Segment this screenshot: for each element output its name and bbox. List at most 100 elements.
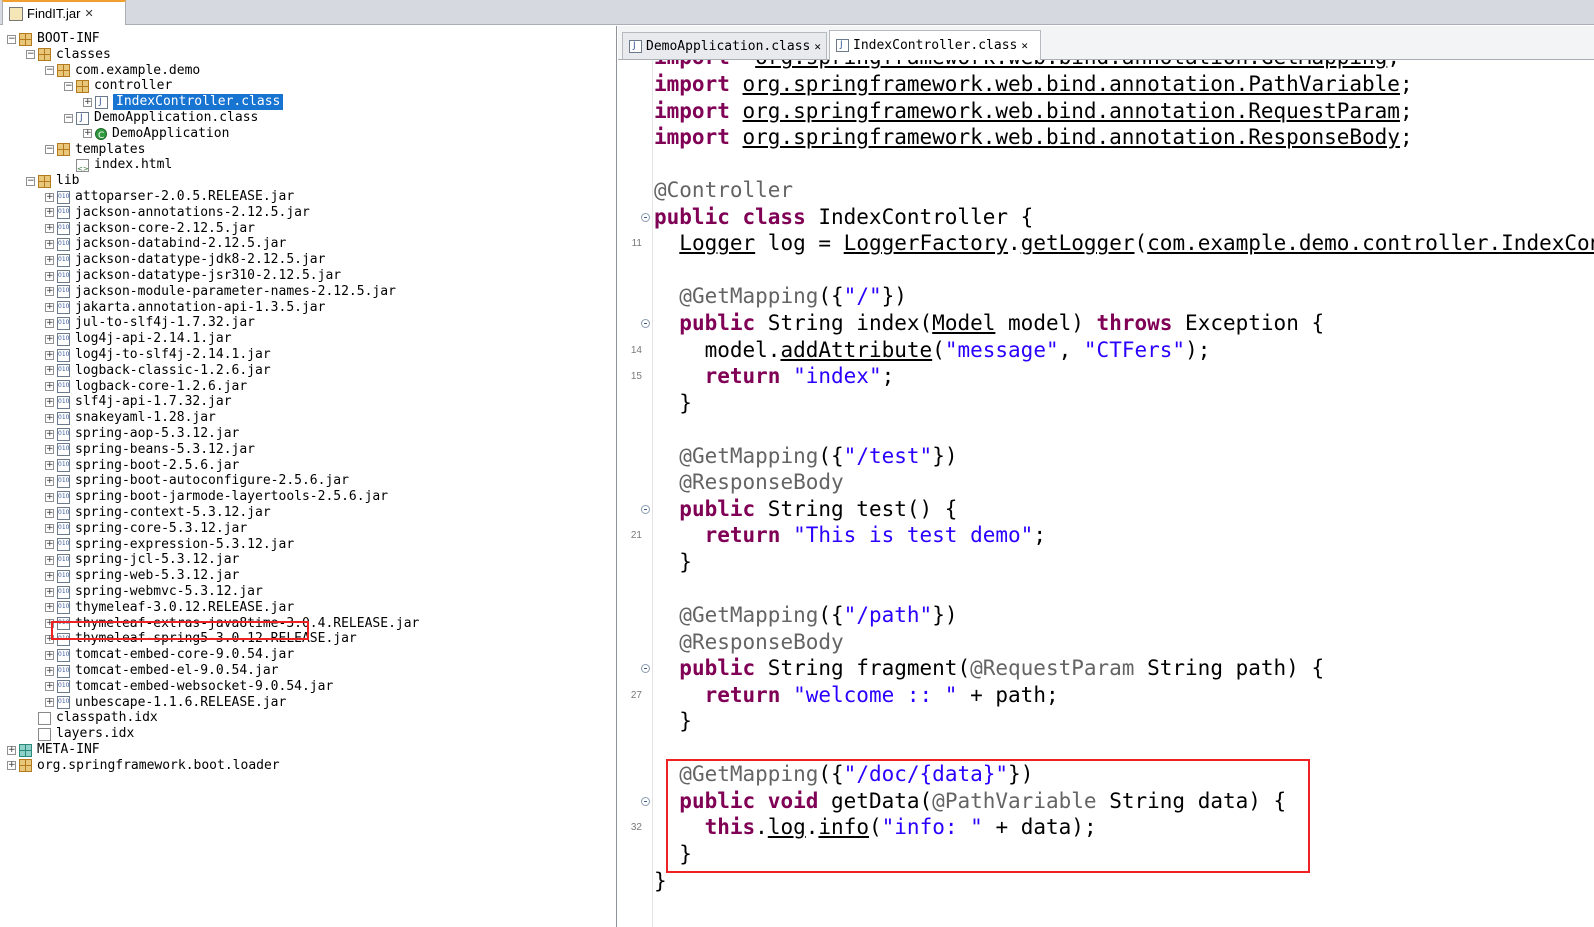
tree-item[interactable]: + logback-core-1.2.6.jar xyxy=(45,379,247,395)
expand-toggle-icon[interactable]: + xyxy=(83,97,92,107)
expand-toggle-icon[interactable]: + xyxy=(83,129,92,139)
expand-toggle-icon[interactable]: + xyxy=(45,698,54,708)
expand-toggle-icon[interactable]: + xyxy=(45,666,54,676)
tree-item[interactable]: + tomcat-embed-core-9.0.54.jar xyxy=(45,647,294,663)
tree-item[interactable]: + spring-boot-autoconfigure-2.5.6.jar xyxy=(45,473,349,489)
tree-item[interactable]: + jackson-databind-2.12.5.jar xyxy=(45,236,286,252)
tree-item[interactable]: + jackson-annotations-2.12.5.jar xyxy=(45,205,310,221)
expand-toggle-icon[interactable]: + xyxy=(45,650,54,660)
expand-toggle-icon[interactable]: + xyxy=(7,761,16,771)
tree-item[interactable]: − controller xyxy=(64,78,172,94)
tree-item[interactable]: + spring-boot-2.5.6.jar xyxy=(45,458,239,474)
expand-toggle-icon[interactable]: + xyxy=(45,192,54,202)
fold-toggle-icon[interactable] xyxy=(641,318,650,328)
expand-toggle-icon[interactable]: + xyxy=(45,445,54,455)
collapse-toggle-icon[interactable]: − xyxy=(26,176,35,186)
expand-toggle-icon[interactable]: + xyxy=(45,413,54,423)
tree-item[interactable]: + spring-expression-5.3.12.jar xyxy=(45,537,294,553)
fold-toggle-icon[interactable] xyxy=(641,664,650,674)
tree-item[interactable]: + tomcat-embed-websocket-9.0.54.jar xyxy=(45,679,333,695)
tree-item[interactable]: + logback-classic-1.2.6.jar xyxy=(45,363,271,379)
expand-toggle-icon[interactable]: + xyxy=(7,745,16,755)
expand-toggle-icon[interactable]: + xyxy=(45,682,54,692)
tree-item[interactable]: + spring-context-5.3.12.jar xyxy=(45,505,271,521)
tree-item[interactable]: − templates xyxy=(45,142,145,158)
expand-toggle-icon[interactable]: + xyxy=(45,350,54,360)
tree-item[interactable]: classpath.idx xyxy=(26,710,158,726)
expand-toggle-icon[interactable]: + xyxy=(45,476,54,486)
tree-item[interactable]: + DemoApplication xyxy=(83,126,229,144)
tree-item[interactable]: + attoparser-2.0.5.RELEASE.jar xyxy=(45,189,294,205)
editor-tab[interactable]: DemoApplication.class✕ xyxy=(622,32,827,59)
expand-toggle-icon[interactable]: + xyxy=(45,255,54,265)
tree-item[interactable]: + spring-boot-jarmode-layertools-2.5.6.ja… xyxy=(45,489,388,505)
expand-toggle-icon[interactable]: + xyxy=(45,366,54,376)
expand-toggle-icon[interactable]: + xyxy=(45,555,54,565)
tree-item[interactable]: − classes xyxy=(26,47,111,63)
tree-item[interactable]: + spring-beans-5.3.12.jar xyxy=(45,442,255,458)
expand-toggle-icon[interactable]: + xyxy=(45,239,54,249)
annotation-token: @ResponseBody xyxy=(679,629,844,654)
tree-item[interactable]: − com.example.demo xyxy=(45,63,200,79)
collapse-toggle-icon[interactable]: − xyxy=(45,66,54,76)
fold-toggle-icon[interactable] xyxy=(641,796,650,806)
expand-toggle-icon[interactable]: + xyxy=(45,397,54,407)
expand-toggle-icon[interactable]: + xyxy=(45,287,54,297)
code-editor[interactable]: import org.springframework.web.bind.anno… xyxy=(618,60,1594,927)
tree-item[interactable]: + slf4j-api-1.7.32.jar xyxy=(45,394,232,410)
expand-toggle-icon[interactable]: + xyxy=(45,318,54,328)
tree-item[interactable]: + snakeyaml-1.28.jar xyxy=(45,410,216,426)
expand-toggle-icon[interactable]: + xyxy=(45,334,54,344)
collapse-toggle-icon[interactable]: − xyxy=(64,81,73,91)
expand-toggle-icon[interactable]: + xyxy=(45,540,54,550)
close-icon[interactable]: ✕ xyxy=(1021,39,1028,52)
expand-toggle-icon[interactable]: + xyxy=(45,429,54,439)
expand-toggle-icon[interactable]: + xyxy=(45,508,54,518)
tab-findit-jar[interactable]: FindIT.jar ✕ xyxy=(2,0,126,25)
tree-item[interactable]: + spring-core-5.3.12.jar xyxy=(45,521,247,537)
expand-toggle-icon[interactable]: + xyxy=(45,587,54,597)
tree-item[interactable]: + log4j-api-2.14.1.jar xyxy=(45,331,232,347)
tree-item[interactable]: − lib xyxy=(26,173,79,189)
expand-toggle-icon[interactable]: + xyxy=(45,492,54,502)
tree-item[interactable]: + spring-webmvc-5.3.12.jar xyxy=(45,584,263,600)
tree-item[interactable]: + tomcat-embed-el-9.0.54.jar xyxy=(45,663,279,679)
tree-item[interactable]: index.html xyxy=(64,157,172,177)
expand-toggle-icon[interactable]: + xyxy=(45,461,54,471)
expand-toggle-icon[interactable]: + xyxy=(45,208,54,218)
collapse-toggle-icon[interactable]: − xyxy=(45,145,54,155)
fold-toggle-icon[interactable] xyxy=(641,504,650,514)
tree-item[interactable]: + log4j-to-slf4j-2.14.1.jar xyxy=(45,347,271,363)
tree-item[interactable]: + spring-web-5.3.12.jar xyxy=(45,568,239,584)
tree-item[interactable]: − BOOT-INF xyxy=(7,31,100,47)
expand-toggle-icon[interactable]: + xyxy=(45,303,54,313)
expand-toggle-icon[interactable]: + xyxy=(45,524,54,534)
fold-toggle-icon[interactable] xyxy=(641,212,650,222)
tree-item[interactable]: + META-INF xyxy=(7,742,100,758)
tree-item[interactable]: + spring-jcl-5.3.12.jar xyxy=(45,552,239,568)
expand-toggle-icon[interactable]: + xyxy=(45,271,54,281)
tree-item[interactable]: + org.springframework.boot.loader xyxy=(7,758,280,774)
tree-item[interactable]: + spring-aop-5.3.12.jar xyxy=(45,426,239,442)
expand-toggle-icon[interactable]: + xyxy=(45,224,54,234)
tree-item[interactable]: + unbescape-1.1.6.RELEASE.jar xyxy=(45,695,286,711)
close-icon[interactable]: ✕ xyxy=(84,7,93,20)
tree-item[interactable]: + jul-to-slf4j-1.7.32.jar xyxy=(45,315,255,331)
tree-item[interactable]: + jackson-datatype-jsr310-2.12.5.jar xyxy=(45,268,341,284)
tree-item[interactable]: + thymeleaf-3.0.12.RELEASE.jar xyxy=(45,600,294,616)
tree-item[interactable]: + IndexController.class xyxy=(83,94,284,111)
expand-toggle-icon[interactable]: + xyxy=(45,603,54,613)
tree-item[interactable]: + jackson-datatype-jdk8-2.12.5.jar xyxy=(45,252,325,268)
collapse-toggle-icon[interactable]: − xyxy=(7,34,16,44)
close-icon[interactable]: ✕ xyxy=(814,40,821,53)
collapse-toggle-icon[interactable]: − xyxy=(64,113,73,123)
tree-item[interactable]: − DemoApplication.class xyxy=(64,110,258,126)
collapse-toggle-icon[interactable]: − xyxy=(26,50,35,60)
tree-item[interactable]: + jackson-core-2.12.5.jar xyxy=(45,221,255,237)
tree-item[interactable]: + jackson-module-parameter-names-2.12.5.j… xyxy=(45,284,396,300)
tree-item[interactable]: layers.idx xyxy=(26,726,134,742)
editor-tab[interactable]: IndexController.class✕ xyxy=(829,30,1041,60)
expand-toggle-icon[interactable]: + xyxy=(45,571,54,581)
expand-toggle-icon[interactable]: + xyxy=(45,382,54,392)
tree-item[interactable]: + jakarta.annotation-api-1.3.5.jar xyxy=(45,300,325,316)
